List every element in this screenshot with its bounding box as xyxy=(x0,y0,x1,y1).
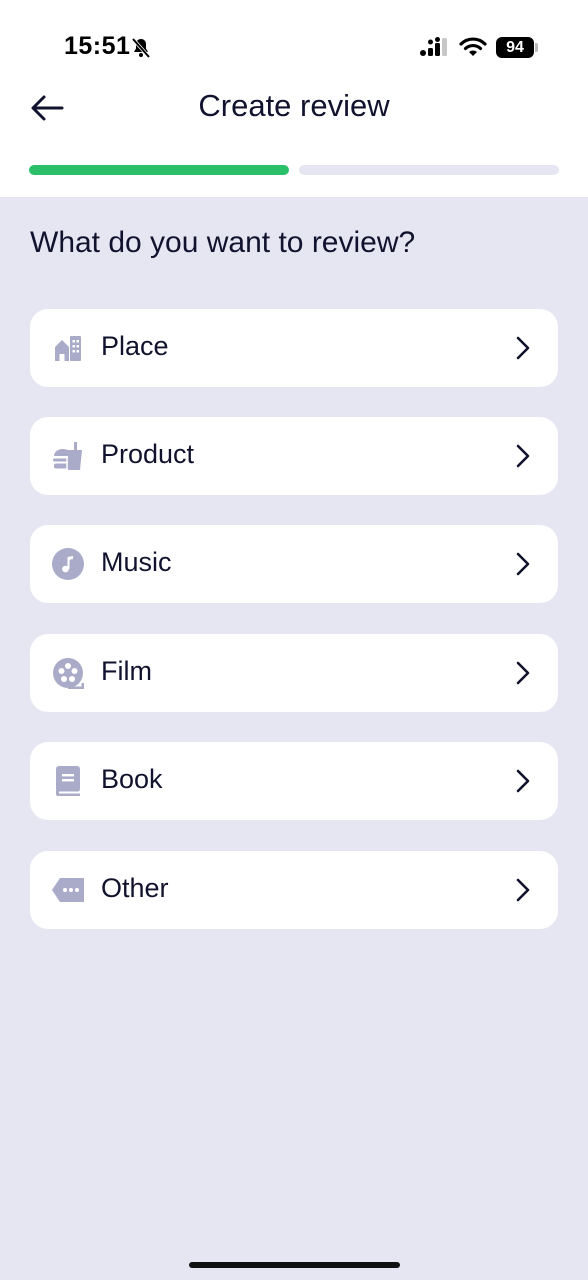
option-place[interactable]: Place xyxy=(30,309,558,387)
music-note-icon xyxy=(51,547,85,581)
chevron-right-icon xyxy=(516,444,530,468)
chevron-right-icon xyxy=(516,336,530,360)
option-label: Product xyxy=(101,439,195,469)
option-label: Book xyxy=(101,764,163,794)
chevron-right-icon xyxy=(516,661,530,685)
bell-muted-icon xyxy=(131,37,151,59)
food-icon xyxy=(51,439,85,473)
option-music[interactable]: Music xyxy=(30,525,558,603)
tag-icon xyxy=(51,873,85,907)
battery-cap xyxy=(535,43,538,52)
option-book[interactable]: Book xyxy=(30,742,558,820)
option-film[interactable]: Film xyxy=(30,634,558,712)
option-label: Music xyxy=(101,547,172,577)
signal-icon xyxy=(420,37,447,56)
option-label: Film xyxy=(101,656,152,686)
status-time: 15:51 xyxy=(64,32,131,60)
option-label: Place xyxy=(101,331,169,361)
building-icon xyxy=(51,331,85,365)
option-label: Other xyxy=(101,873,169,903)
chevron-right-icon xyxy=(516,878,530,902)
home-indicator[interactable] xyxy=(189,1262,400,1268)
page-title: Create review xyxy=(198,88,390,123)
question-heading: What do you want to review? xyxy=(30,226,416,259)
wifi-icon xyxy=(459,37,487,56)
progress-step-2 xyxy=(299,165,559,175)
film-reel-icon xyxy=(51,656,85,690)
option-product[interactable]: Product xyxy=(30,417,558,495)
book-icon xyxy=(51,764,85,798)
header: 15:51 94 Create review xyxy=(0,0,588,197)
chevron-right-icon xyxy=(516,769,530,793)
battery-indicator: 94 xyxy=(496,37,534,58)
progress-step-1 xyxy=(29,165,289,175)
chevron-right-icon xyxy=(516,552,530,576)
option-other[interactable]: Other xyxy=(30,851,558,929)
